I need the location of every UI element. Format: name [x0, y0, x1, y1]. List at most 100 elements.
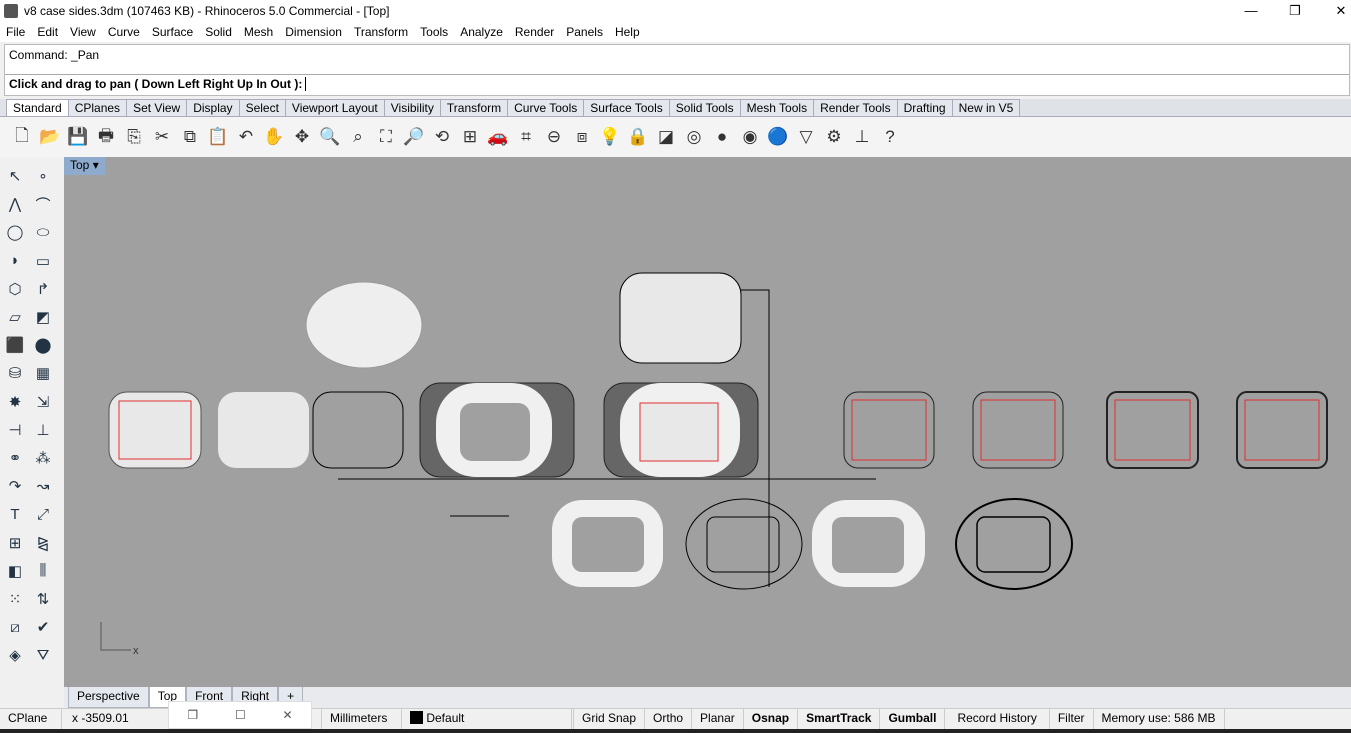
polygon-icon[interactable]: ⬡: [2, 276, 28, 302]
new-icon[interactable]: 🗋: [8, 123, 36, 151]
save-icon[interactable]: 💾: [64, 123, 92, 151]
paint-icon[interactable]: ⛛: [30, 642, 56, 668]
tab-viewport-layout[interactable]: Viewport Layout: [284, 99, 385, 116]
fillet-curve-icon[interactable]: ↱: [30, 276, 56, 302]
menu-help[interactable]: Help: [615, 25, 640, 39]
import-icon[interactable]: ⎘: [120, 123, 148, 151]
help-icon[interactable]: ?: [876, 123, 904, 151]
menu-transform[interactable]: Transform: [354, 25, 408, 39]
tab-render-tools[interactable]: Render Tools: [813, 99, 898, 116]
filter-button[interactable]: Filter: [1050, 709, 1094, 730]
menu-edit[interactable]: Edit: [37, 25, 58, 39]
tab-standard[interactable]: Standard: [6, 99, 69, 116]
point-icon[interactable]: ∘: [30, 163, 56, 189]
command-area[interactable]: Command: _Pan Click and drag to pan ( Do…: [4, 44, 1350, 96]
point-icon[interactable]: ⊖: [540, 123, 568, 151]
command-prompt[interactable]: Click and drag to pan ( Down Left Right …: [9, 77, 302, 91]
sphere-icon[interactable]: ⬤: [30, 332, 56, 358]
smarttrack-toggle[interactable]: SmartTrack: [798, 709, 881, 730]
menu-mesh[interactable]: Mesh: [244, 25, 273, 39]
osnap-icon[interactable]: ⧈: [568, 123, 596, 151]
analyze-icon[interactable]: ▽: [792, 123, 820, 151]
split-icon[interactable]: ⊣: [2, 417, 28, 443]
chevron-down-icon[interactable]: ▾: [93, 158, 99, 172]
solid-edit-icon[interactable]: ◧: [2, 558, 28, 584]
trim-icon[interactable]: ⇲: [30, 389, 56, 415]
lock-icon[interactable]: 🔒: [624, 123, 652, 151]
cplane-label[interactable]: CPlane: [0, 709, 62, 730]
curve-icon[interactable]: ⌒: [30, 191, 56, 217]
tab-new-in-v5[interactable]: New in V5: [951, 99, 1021, 116]
gumball-toggle[interactable]: Gumball: [880, 709, 946, 730]
ellipse-icon[interactable]: ⬭: [30, 219, 56, 245]
extrude-icon[interactable]: ◩: [30, 304, 56, 330]
four-viewports-icon[interactable]: ⊞: [456, 123, 484, 151]
close-icon[interactable]: ✕: [283, 708, 293, 722]
hatch-icon[interactable]: ⫼: [30, 558, 56, 584]
cylinder-icon[interactable]: ⛁: [2, 360, 28, 386]
transform-icon[interactable]: ⇅: [30, 586, 56, 612]
menu-render[interactable]: Render: [515, 25, 554, 39]
tab-drafting[interactable]: Drafting: [896, 99, 953, 116]
render-icon[interactable]: 🔵: [764, 123, 792, 151]
pan-hand-icon[interactable]: ✋: [260, 123, 288, 151]
scale-icon[interactable]: ⤢: [30, 501, 56, 527]
explode-icon[interactable]: ✸: [2, 389, 28, 415]
boolean-union-icon[interactable]: ⚭: [2, 445, 28, 471]
menu-surface[interactable]: Surface: [152, 25, 193, 39]
menu-solid[interactable]: Solid: [205, 25, 232, 39]
menu-dimension[interactable]: Dimension: [285, 25, 342, 39]
units[interactable]: Millimeters: [322, 709, 402, 730]
tab-solid-tools[interactable]: Solid Tools: [668, 99, 741, 116]
maximize-icon[interactable]: ☐: [235, 708, 246, 722]
menu-view[interactable]: View: [70, 25, 96, 39]
check-icon[interactable]: ✔: [30, 614, 56, 640]
select-icon[interactable]: ↖: [2, 163, 28, 189]
restore-button[interactable]: ❐: [1272, 0, 1318, 22]
shade-icon[interactable]: ◈: [2, 642, 28, 668]
car-icon[interactable]: 🚗: [484, 123, 512, 151]
arc-icon[interactable]: ◗: [2, 248, 28, 274]
menu-analyze[interactable]: Analyze: [460, 25, 503, 39]
mesh-icon[interactable]: ▦: [30, 360, 56, 386]
zoom-selected-icon[interactable]: 🔎: [400, 123, 428, 151]
undo-view-icon[interactable]: ⟲: [428, 123, 456, 151]
circle-icon[interactable]: ◯: [2, 219, 28, 245]
grid-array-icon[interactable]: ⁙: [2, 586, 28, 612]
menu-panels[interactable]: Panels: [566, 25, 603, 39]
rectangle-icon[interactable]: ▭: [30, 248, 56, 274]
menu-file[interactable]: File: [6, 25, 25, 39]
tab-display[interactable]: Display: [186, 99, 240, 116]
copy-icon[interactable]: ⧉: [176, 123, 204, 151]
viewport-title[interactable]: Top ▾: [64, 157, 105, 175]
layer-icon[interactable]: ◪: [652, 123, 680, 151]
tab-set-view[interactable]: Set View: [126, 99, 188, 116]
fillet-icon[interactable]: ↷: [2, 473, 28, 499]
grid-snap-toggle[interactable]: Grid Snap: [573, 709, 646, 730]
tab-surface-tools[interactable]: Surface Tools: [583, 99, 670, 116]
menu-curve[interactable]: Curve: [108, 25, 140, 39]
mirror-icon[interactable]: ⧎: [30, 530, 56, 556]
text-icon[interactable]: T: [2, 501, 28, 527]
layer-indicator[interactable]: Default: [402, 709, 572, 730]
zoom-extents-icon[interactable]: ⛶: [372, 123, 400, 151]
tab-visibility[interactable]: Visibility: [383, 99, 441, 116]
rendered-sphere-icon[interactable]: ◉: [736, 123, 764, 151]
color-wheel-icon[interactable]: ◎: [680, 123, 708, 151]
osnap-toggle[interactable]: Osnap: [744, 709, 799, 730]
tab-transform[interactable]: Transform: [439, 99, 509, 116]
surface-icon[interactable]: ▱: [2, 304, 28, 330]
cut-icon[interactable]: ✂: [148, 123, 176, 151]
open-icon[interactable]: 📂: [36, 123, 64, 151]
light-icon[interactable]: 💡: [596, 123, 624, 151]
polyline-icon[interactable]: ⋀: [2, 191, 28, 217]
tab-cplanes[interactable]: CPlanes: [67, 99, 128, 116]
dimension-icon[interactable]: ⊥: [848, 123, 876, 151]
print-icon[interactable]: 🖶: [92, 123, 120, 151]
tab-curve-tools[interactable]: Curve Tools: [507, 99, 585, 116]
top-viewport[interactable]: x: [64, 157, 1351, 687]
cplane-icon[interactable]: ⌗: [512, 123, 540, 151]
viewport-tab-perspective[interactable]: Perspective: [68, 687, 149, 708]
command-input[interactable]: [305, 77, 310, 91]
menu-tools[interactable]: Tools: [420, 25, 448, 39]
